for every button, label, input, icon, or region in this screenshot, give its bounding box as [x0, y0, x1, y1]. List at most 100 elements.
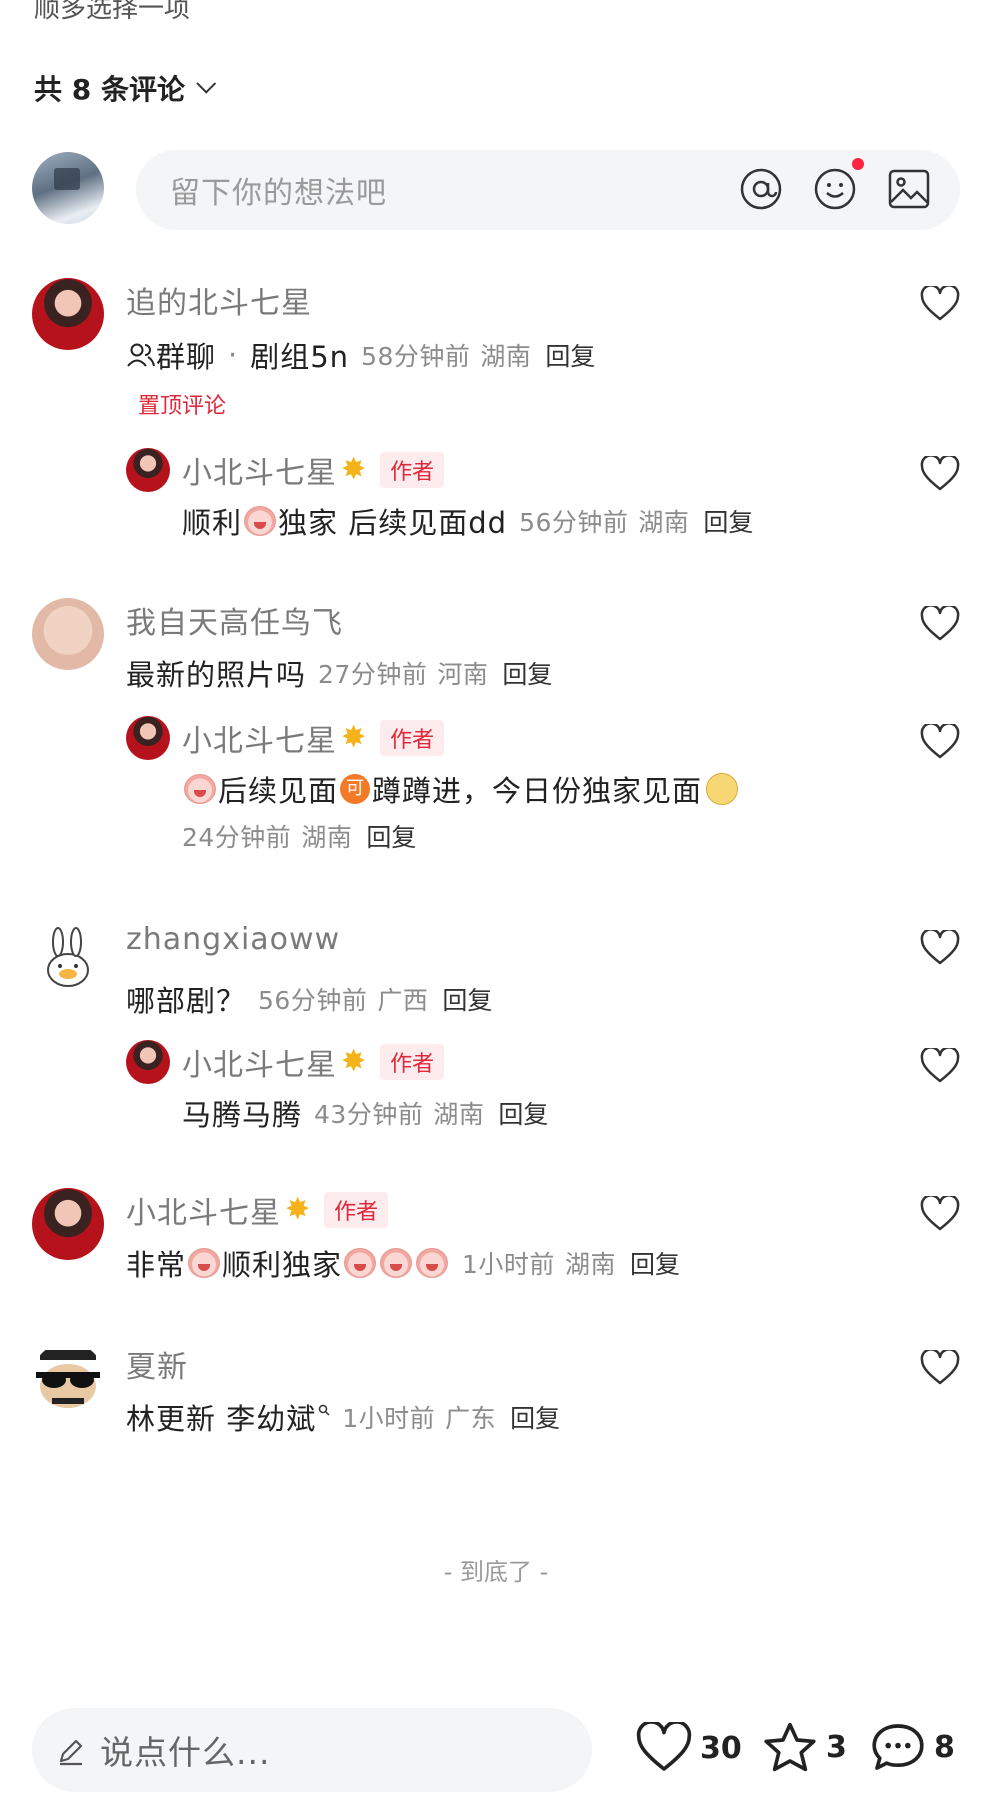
comment-text: 林更新 李幼斌	[126, 1402, 317, 1436]
comment-count-selector[interactable]: 共 8 条评论	[34, 68, 217, 108]
comment-body: 最新的照片吗 27分钟前 河南 回复	[126, 652, 552, 694]
comment-time: 58分钟前	[361, 342, 471, 371]
comment-text: 哪部剧？	[126, 984, 247, 1018]
reply-button[interactable]: 回复	[545, 337, 595, 373]
favorite-count: 3	[826, 1729, 847, 1765]
reply-text: 顺利	[182, 506, 243, 540]
reply-author-name[interactable]: 小北斗七星	[182, 448, 337, 492]
sunglasses-avatar-icon	[36, 1350, 100, 1408]
comment-body: 非常 顺利独家 1小时前 湖南 回复	[126, 1242, 680, 1284]
reply-header: 小北斗七星 ✸ 作者	[182, 716, 445, 760]
comment-location: 湖南	[564, 1250, 616, 1279]
bottom-input-placeholder: 说点什么...	[100, 1733, 271, 1772]
cut-off-header-text: 顺多选择一项	[34, 0, 191, 24]
comment-location: 广西	[377, 986, 429, 1015]
reply-button[interactable]: 回复	[442, 981, 492, 1017]
mention-icon[interactable]	[738, 166, 784, 212]
star-badge-icon: ✸	[285, 1192, 311, 1227]
like-heart-icon[interactable]	[920, 1196, 960, 1232]
commenter-avatar[interactable]	[32, 1342, 104, 1414]
coin-emoji-icon: 可	[340, 774, 371, 804]
comment-count-label: 共 8 条评论	[34, 73, 185, 106]
group-chat-label[interactable]: 群聊	[156, 334, 216, 376]
reply-location: 湖南	[433, 1100, 485, 1129]
chevron-down-icon	[196, 73, 217, 94]
like-heart-icon[interactable]	[920, 286, 960, 322]
notification-dot	[852, 158, 864, 170]
like-heart-icon[interactable]	[920, 1048, 960, 1084]
comment-location: 河南	[437, 660, 489, 689]
reply-avatar[interactable]	[126, 448, 170, 492]
commenter-name[interactable]: 追的北斗七星	[126, 278, 312, 322]
reply-location: 湖南	[301, 823, 353, 852]
comment-body: 群聊 · 剧组5n 58分钟前 湖南 回复	[126, 334, 595, 376]
current-user-avatar[interactable]	[32, 152, 104, 224]
reply-author-name[interactable]: 小北斗七星	[182, 1040, 337, 1084]
commenter-name[interactable]: 我自天高任鸟飞	[126, 598, 343, 642]
author-badge: 作者	[380, 452, 445, 488]
commenter-avatar[interactable]	[32, 598, 104, 670]
like-heart-icon[interactable]	[920, 456, 960, 492]
comment-input-placeholder: 留下你的想法吧	[170, 176, 387, 211]
reply-button[interactable]: 回复	[630, 1245, 680, 1281]
like-button[interactable]: 30	[636, 1722, 742, 1774]
like-count: 30	[700, 1730, 742, 1766]
comment-location: 广东	[445, 1404, 497, 1433]
reply-time: 43分钟前	[314, 1100, 424, 1129]
commenter-name[interactable]: 小北斗七星	[126, 1188, 281, 1232]
commenter-avatar[interactable]	[32, 922, 104, 994]
like-heart-icon[interactable]	[920, 930, 960, 966]
image-icon[interactable]	[886, 166, 932, 212]
reply-text: 后续见面	[218, 774, 339, 808]
separator-dot: ·	[228, 338, 239, 372]
reply-avatar[interactable]	[126, 716, 170, 760]
reply-author-name[interactable]: 小北斗七星	[182, 716, 337, 760]
reply-button[interactable]: 回复	[498, 1095, 548, 1131]
reply-button[interactable]: 回复	[366, 818, 416, 854]
pig-emoji-icon	[184, 774, 216, 804]
crew-label: 剧组5n	[250, 340, 350, 374]
pencil-icon	[59, 1739, 83, 1766]
favorite-button[interactable]: 3	[762, 1720, 847, 1774]
author-badge: 作者	[380, 720, 445, 756]
like-heart-icon[interactable]	[920, 606, 960, 642]
reply-text: 蹲蹲进，今日份独家见面	[372, 774, 703, 808]
reply-meta: 24分钟前 湖南 回复	[182, 818, 416, 854]
reply-header: 小北斗七星 ✸ 作者	[182, 448, 445, 492]
reply-location: 湖南	[638, 508, 690, 537]
pig-emoji-icon	[344, 1248, 377, 1278]
comment-time: 27分钟前	[318, 660, 428, 689]
reply-text: 马腾马腾	[182, 1098, 303, 1132]
star-icon	[764, 1722, 816, 1772]
reply-button[interactable]: 回复	[510, 1399, 560, 1435]
like-heart-icon[interactable]	[920, 724, 960, 760]
commenter-name[interactable]: 夏新	[126, 1342, 188, 1386]
comment-text: 最新的照片吗	[126, 658, 307, 692]
comment-text: 非常	[126, 1248, 187, 1282]
bunny-avatar-icon	[47, 927, 89, 987]
commenter-name[interactable]: zhangxiaoww	[126, 922, 340, 957]
comment-body: 林更新 李幼斌 1小时前 广东 回复	[126, 1396, 560, 1438]
commenter-avatar[interactable]	[32, 278, 104, 350]
comment-text: 顺利独家	[222, 1248, 343, 1282]
star-badge-icon: ✸	[341, 452, 367, 487]
comment-time: 1小时前	[342, 1404, 436, 1433]
star-badge-icon: ✸	[341, 720, 367, 755]
pig-emoji-icon	[188, 1248, 221, 1278]
emoji-icon[interactable]	[812, 166, 858, 212]
reply-body: 后续见面 可 蹲蹲进，今日份独家见面	[182, 768, 739, 810]
comments-button[interactable]: 8	[870, 1720, 955, 1774]
reply-time: 24分钟前	[182, 823, 292, 852]
comment-count: 8	[934, 1729, 955, 1765]
commenter-avatar[interactable]	[32, 1188, 104, 1260]
comment-bubble-icon	[872, 1724, 924, 1770]
reply-button[interactable]: 回复	[703, 503, 753, 539]
reply-header: 小北斗七星 ✸ 作者	[182, 1040, 445, 1084]
commenter-header: 小北斗七星 ✸ 作者	[126, 1188, 389, 1232]
pig-emoji-icon	[416, 1248, 449, 1278]
search-icon[interactable]	[318, 1404, 330, 1416]
like-heart-icon[interactable]	[920, 1350, 960, 1386]
reply-button[interactable]: 回复	[502, 655, 552, 691]
dog-emoji-icon	[706, 773, 739, 805]
reply-avatar[interactable]	[126, 1040, 170, 1084]
